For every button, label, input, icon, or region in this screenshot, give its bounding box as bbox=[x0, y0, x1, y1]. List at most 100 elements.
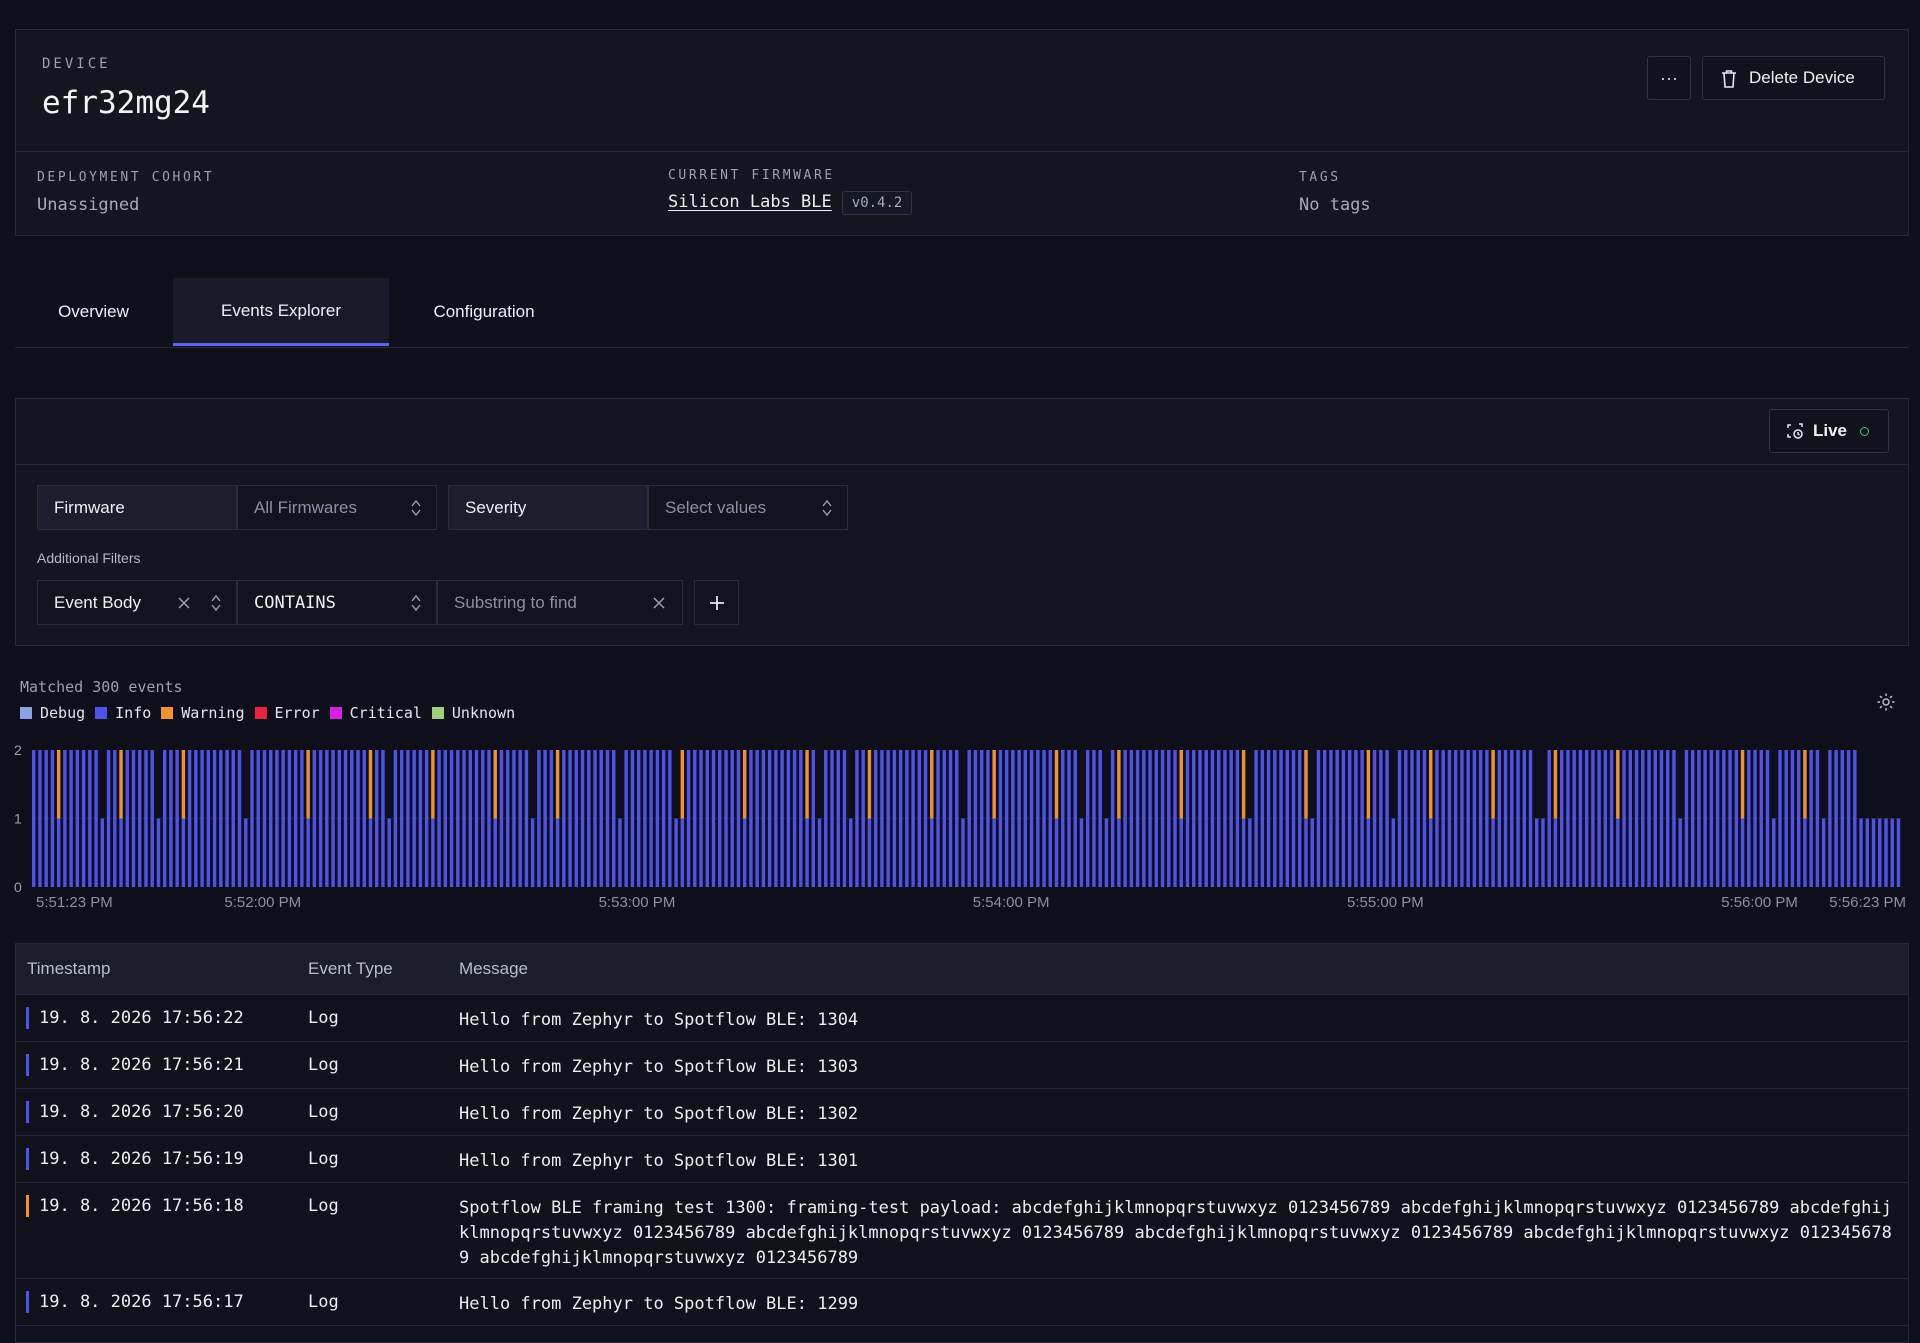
firmware-link[interactable]: Silicon Labs BLE bbox=[668, 192, 832, 212]
severity-select-placeholder: Select values bbox=[665, 497, 767, 517]
clear-substring-icon[interactable] bbox=[650, 594, 668, 612]
legend-item-critical[interactable]: Critical bbox=[329, 704, 422, 722]
bar-info bbox=[811, 818, 816, 887]
bar-info bbox=[150, 818, 154, 887]
bar-info bbox=[1216, 750, 1221, 819]
tab-configuration[interactable]: Configuration bbox=[389, 278, 579, 346]
bar-info bbox=[1372, 750, 1377, 819]
bar-info bbox=[1410, 818, 1414, 887]
bar-info bbox=[1653, 750, 1657, 819]
table-row[interactable]: 19. 8. 2026 17:56:19 Log Hello from Zephyr… bbox=[16, 1136, 1908, 1183]
legend-item-warning[interactable]: Warning bbox=[161, 704, 245, 722]
bar-info bbox=[1840, 818, 1845, 887]
table-row[interactable]: 19. 8. 2026 17:56:18 Log Spotflow BLE fram… bbox=[16, 1183, 1908, 1279]
bar-info bbox=[1647, 818, 1651, 887]
bar-info bbox=[680, 818, 685, 887]
legend-item-debug[interactable]: Debug bbox=[20, 704, 85, 722]
device-overline: DEVICE bbox=[42, 56, 111, 72]
live-button[interactable]: Live bbox=[1769, 409, 1889, 453]
legend-item-unknown[interactable]: Unknown bbox=[431, 704, 515, 722]
bar-info bbox=[1728, 818, 1732, 887]
trash-icon bbox=[1722, 69, 1736, 88]
plus-icon bbox=[709, 595, 724, 610]
bar-info bbox=[1497, 750, 1502, 819]
bar-info bbox=[437, 818, 441, 887]
bar-info bbox=[1397, 750, 1402, 819]
bar-info bbox=[1061, 750, 1065, 819]
bar-info bbox=[331, 818, 335, 887]
legend-item-error[interactable]: Error bbox=[254, 704, 320, 722]
bar-info bbox=[630, 818, 635, 887]
bar-info bbox=[574, 818, 579, 887]
table-row[interactable]: 19. 8. 2026 17:56:21 Log Hello from Zephyr… bbox=[16, 1042, 1908, 1089]
tab-overview[interactable]: Overview bbox=[15, 278, 172, 346]
bar-info bbox=[343, 818, 348, 887]
bar-info bbox=[356, 818, 360, 887]
bar-info bbox=[1341, 818, 1346, 887]
bar-info bbox=[187, 750, 192, 819]
operator-select[interactable]: CONTAINS bbox=[237, 580, 437, 625]
severity-select[interactable]: Select values bbox=[648, 485, 848, 530]
timestamp-column-header[interactable]: Timestamp bbox=[27, 959, 110, 979]
message-column-header[interactable]: Message bbox=[459, 959, 528, 979]
bar-info bbox=[873, 750, 878, 819]
bar-info bbox=[1235, 818, 1240, 887]
bar-info bbox=[767, 818, 772, 887]
bar-info bbox=[1466, 818, 1470, 887]
bar-info bbox=[1453, 818, 1458, 887]
bar-info bbox=[1566, 818, 1570, 887]
bar-info bbox=[1210, 750, 1215, 819]
table-row[interactable]: 19. 8. 2026 17:56:17 Log Hello from Zephyr… bbox=[16, 1279, 1908, 1326]
bar-info bbox=[1004, 818, 1009, 887]
bar-info bbox=[424, 750, 429, 819]
bar-info bbox=[1067, 750, 1071, 819]
more-options-button[interactable]: ··· bbox=[1647, 56, 1691, 100]
field-select[interactable]: Event Body bbox=[37, 580, 237, 625]
add-filter-button[interactable] bbox=[694, 580, 739, 625]
bar-info bbox=[1360, 818, 1364, 887]
bar-info bbox=[518, 750, 522, 819]
legend-item-info[interactable]: Info bbox=[95, 704, 151, 722]
chart-settings-gear-icon[interactable] bbox=[1876, 692, 1896, 712]
clear-field-icon[interactable] bbox=[175, 594, 193, 612]
bar-info bbox=[437, 750, 441, 819]
bar-info bbox=[449, 750, 454, 819]
bar-info bbox=[955, 750, 959, 819]
bar-info bbox=[1285, 750, 1290, 819]
bar-info bbox=[1135, 818, 1140, 887]
bar-info bbox=[1029, 818, 1034, 887]
bar-info bbox=[1747, 818, 1751, 887]
event-type-column-header[interactable]: Event Type bbox=[308, 959, 393, 979]
bar-info bbox=[1135, 750, 1140, 819]
bar-info bbox=[923, 750, 928, 819]
bar-info bbox=[936, 750, 940, 819]
bar-info bbox=[1054, 818, 1059, 887]
live-monitor-icon bbox=[1787, 423, 1803, 439]
tab-events-explorer[interactable]: Events Explorer bbox=[173, 278, 389, 346]
row-timestamp: 19. 8. 2026 17:56:18 bbox=[39, 1196, 244, 1216]
bar-info bbox=[219, 818, 223, 887]
device-name: efr32mg24 bbox=[42, 85, 210, 121]
bar-info bbox=[418, 750, 423, 819]
bar-info bbox=[811, 750, 816, 819]
bar-info bbox=[686, 750, 691, 819]
bar-info bbox=[200, 818, 204, 887]
table-row[interactable]: 19. 8. 2026 17:56:22 Log Hello from Zephyr… bbox=[16, 995, 1908, 1042]
bar-info bbox=[1223, 750, 1227, 819]
bar-info bbox=[424, 818, 429, 887]
bar-info bbox=[1441, 818, 1445, 887]
firmware-select[interactable]: All Firmwares bbox=[237, 485, 437, 530]
bar-warning bbox=[306, 750, 310, 819]
bar-info bbox=[368, 818, 373, 887]
table-row[interactable]: 19. 8. 2026 17:56:20 Log Hello from Zephyr… bbox=[16, 1089, 1908, 1136]
delete-device-button[interactable]: Delete Device bbox=[1702, 56, 1885, 100]
row-event-type: Log bbox=[308, 1196, 339, 1216]
bar-warning bbox=[805, 750, 809, 819]
bar-info bbox=[1148, 750, 1152, 819]
bar-info bbox=[530, 818, 535, 887]
bar-warning bbox=[930, 750, 934, 819]
bar-info bbox=[113, 750, 117, 819]
bar-info bbox=[1422, 750, 1427, 819]
substring-input[interactable]: Substring to find bbox=[437, 580, 683, 625]
bar-info bbox=[1634, 750, 1639, 819]
